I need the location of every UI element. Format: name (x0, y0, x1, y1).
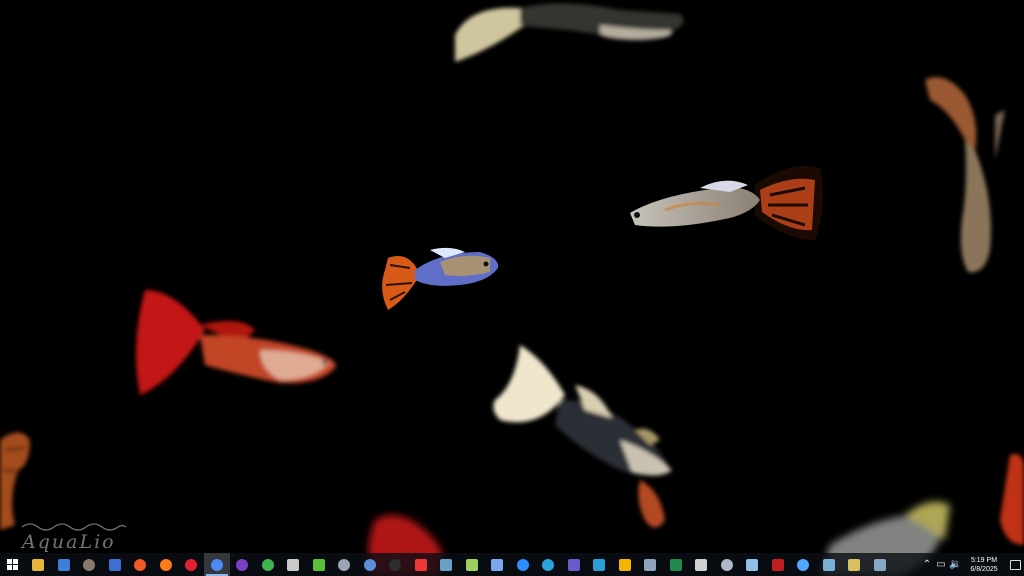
taskbar-app-button[interactable] (459, 553, 485, 576)
volume-icon[interactable]: 🔉 (949, 559, 961, 570)
taskbar-app-button[interactable] (281, 553, 307, 576)
vscode-icon (593, 558, 606, 571)
vivaldi-icon (414, 558, 427, 571)
taskbar-app-button[interactable] (179, 553, 205, 576)
telegram-icon (542, 558, 555, 571)
taskbar-app-button[interactable] (842, 553, 868, 576)
taskbar-app-button[interactable] (255, 553, 281, 576)
taskbar-app-button[interactable] (536, 553, 562, 576)
device-app-icon (440, 558, 453, 571)
taskbar-app-button[interactable] (434, 553, 460, 576)
notification-icon (1009, 559, 1021, 570)
zoom-icon (516, 558, 529, 571)
cloud-app-icon (287, 558, 300, 571)
taskbar-app-button[interactable] (357, 553, 383, 576)
github-icon (236, 558, 249, 571)
search-app-icon (338, 558, 351, 571)
watermark-wave (21, 523, 127, 531)
taskbar-app-button[interactable] (408, 553, 434, 576)
sync-icon (261, 558, 274, 571)
taskbar-app-button[interactable] (153, 553, 179, 576)
taskbar-app-button[interactable] (740, 553, 766, 576)
docs-icon (618, 558, 631, 571)
filter-app-icon (491, 558, 504, 571)
notes-app-icon (465, 558, 478, 571)
taskbar-app-button[interactable] (510, 553, 536, 576)
taskbar-app-button[interactable] (791, 553, 817, 576)
browser-b-icon (363, 558, 376, 571)
onedrive-icon (797, 558, 810, 571)
magnifier-app-icon (720, 558, 733, 571)
network-app-icon (746, 558, 759, 571)
windows-start-icon (7, 559, 19, 570)
desktop-wallpaper: AquaLio (0, 0, 1024, 576)
taskbar-app-button[interactable] (230, 553, 256, 576)
network-icon[interactable]: ▭ (935, 559, 947, 570)
taskbar-app-button[interactable] (51, 553, 77, 576)
taskbar-app-button[interactable] (77, 553, 103, 576)
taskbar-app-button[interactable] (485, 553, 511, 576)
taskbar-app-button[interactable] (663, 553, 689, 576)
taskbar: ⌃ ▭ 🔉 5:19 PM 6/8/2025 (0, 553, 1024, 576)
taskbar-app-button[interactable] (561, 553, 587, 576)
taskbar-app-button[interactable] (867, 553, 893, 576)
notification-button[interactable] (1006, 553, 1024, 576)
camtasia-icon (312, 558, 325, 571)
excel-icon (669, 558, 682, 571)
chrome-icon (210, 558, 223, 571)
clock-date: 6/8/2025 (970, 565, 998, 573)
clock-app-icon (389, 558, 402, 571)
inkscape-icon (695, 558, 708, 571)
taskbar-app-button[interactable] (816, 553, 842, 576)
start-button[interactable] (0, 553, 26, 576)
clock[interactable]: 5:19 PM 6/8/2025 (965, 556, 1003, 574)
taskbar-app-button[interactable] (128, 553, 154, 576)
taskbar-app-button[interactable] (204, 553, 230, 576)
paint-app-icon (848, 558, 861, 571)
brave-icon (134, 558, 147, 571)
package-app-icon (822, 558, 835, 571)
vpn-lock-icon (108, 558, 121, 571)
taskbar-app-button[interactable] (689, 553, 715, 576)
firefox-icon (159, 558, 172, 571)
pinned-apps (26, 553, 893, 576)
filezilla-icon (771, 558, 784, 571)
chevron-up-icon[interactable]: ⌃ (921, 559, 933, 570)
grid-app-icon (567, 558, 580, 571)
taskbar-app-button[interactable] (332, 553, 358, 576)
taskbar-app-button[interactable] (714, 553, 740, 576)
taskbar-app-button[interactable] (26, 553, 52, 576)
gimp-icon (83, 558, 96, 571)
watermark-text: AquaLio (22, 531, 116, 553)
guppy-wallpaper-image (0, 3, 1024, 576)
opera-icon (185, 558, 198, 571)
taskbar-app-button[interactable] (638, 553, 664, 576)
taskbar-app-button[interactable] (612, 553, 638, 576)
clock-time: 5:19 PM (970, 556, 998, 564)
taskbar-app-button[interactable] (102, 553, 128, 576)
system-tray: ⌃ ▭ 🔉 5:19 PM 6/8/2025 (920, 553, 1024, 576)
taskbar-app-button[interactable] (383, 553, 409, 576)
pin-app-icon (644, 558, 657, 571)
taskbar-app-button[interactable] (587, 553, 613, 576)
taskbar-app-button[interactable] (765, 553, 791, 576)
store-icon (57, 558, 70, 571)
file-explorer-icon (32, 558, 45, 571)
taskbar-app-button[interactable] (306, 553, 332, 576)
monitor-app-icon (873, 558, 886, 571)
